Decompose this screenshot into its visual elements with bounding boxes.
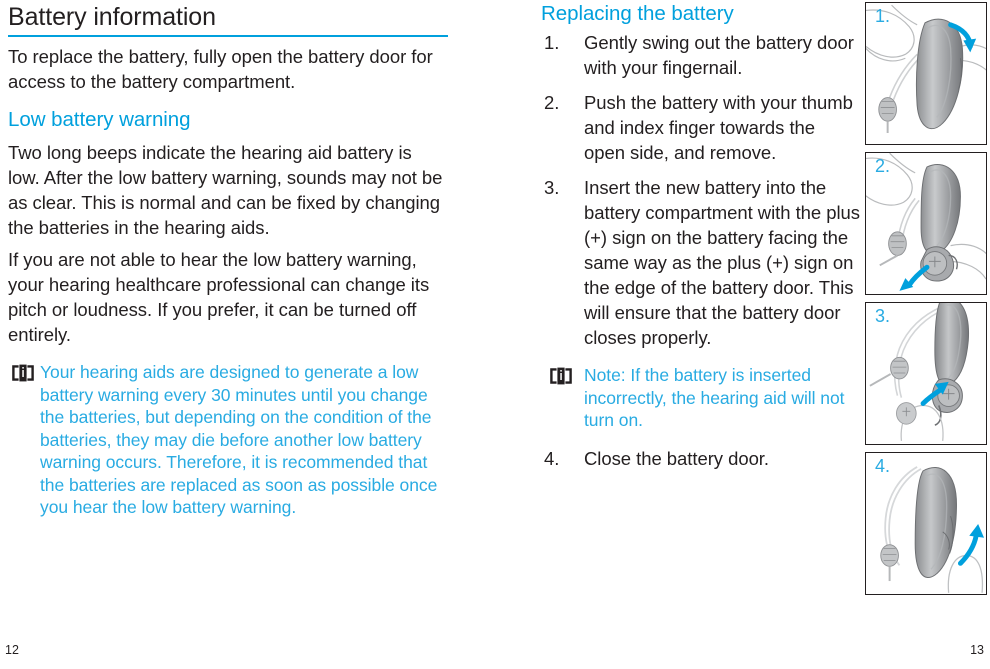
steps-list: 1. Gently swing out the battery door wit…: [541, 30, 861, 471]
step-number: 1.: [544, 32, 560, 53]
folio-page-number-left: 12: [5, 643, 19, 657]
note-text: Note: If the battery is inserted incorre…: [584, 365, 845, 430]
page-right: Replacing the battery 1. Gently swing ou…: [495, 0, 990, 669]
illustration-panel-stack: 1. 2. 3. 4.: [865, 2, 989, 602]
folio-page-number-right: 13: [970, 643, 984, 657]
step-item-2: 2. Push the battery with your thumb and …: [541, 90, 861, 165]
figure-label: 4.: [875, 456, 891, 476]
consult-instructions-for-use-icon: [11, 364, 35, 382]
figure-panel-3: 3.: [865, 302, 987, 445]
step-text: Gently swing out the battery door with y…: [584, 32, 854, 78]
note-text: Your hearing aids are designed to genera…: [40, 362, 438, 517]
step-number: 3.: [544, 177, 560, 198]
note-callout-low-battery: Your hearing aids are designed to genera…: [8, 361, 448, 519]
left-column-content: Battery information To replace the batte…: [8, 0, 448, 519]
title-underline-rule: [8, 35, 448, 37]
step-text: Close the battery door.: [584, 447, 769, 469]
figure-label: 2.: [875, 156, 891, 176]
step-item-4: 4. Close the battery door.: [541, 446, 861, 471]
figure-panel-4: 4.: [865, 452, 987, 595]
section-heading-replacing-the-battery: Replacing the battery: [541, 2, 734, 25]
paragraph-2: If you are not able to hear the low batt…: [8, 249, 430, 345]
right-column-content: Replacing the battery 1. Gently swing ou…: [541, 0, 861, 481]
step-number: 4.: [544, 447, 560, 469]
step-item-1: 1. Gently swing out the battery door wit…: [541, 30, 861, 80]
step-text: Insert the new battery into the battery …: [584, 177, 860, 348]
page-title: Battery information: [8, 3, 216, 31]
figure-panel-1: 1.: [865, 2, 987, 145]
step-number: 2.: [544, 92, 560, 113]
step-text: Push the battery with your thumb and ind…: [584, 92, 853, 163]
figure-label: 1.: [875, 6, 891, 26]
page-left: Battery information To replace the batte…: [0, 0, 495, 669]
consult-instructions-for-use-icon: [549, 367, 573, 385]
intro-paragraph: To replace the battery, fully open the b…: [8, 46, 433, 92]
step-item-3: 3. Insert the new battery into the batte…: [541, 175, 861, 350]
paragraph-1: Two long beeps indicate the hearing aid …: [8, 142, 443, 238]
figure-panel-2: 2.: [865, 152, 987, 295]
note-callout-battery-orientation: Note: If the battery is inserted incorre…: [541, 364, 861, 432]
figure-label: 3.: [875, 306, 891, 326]
section-heading-low-battery-warning: Low battery warning: [8, 108, 191, 131]
